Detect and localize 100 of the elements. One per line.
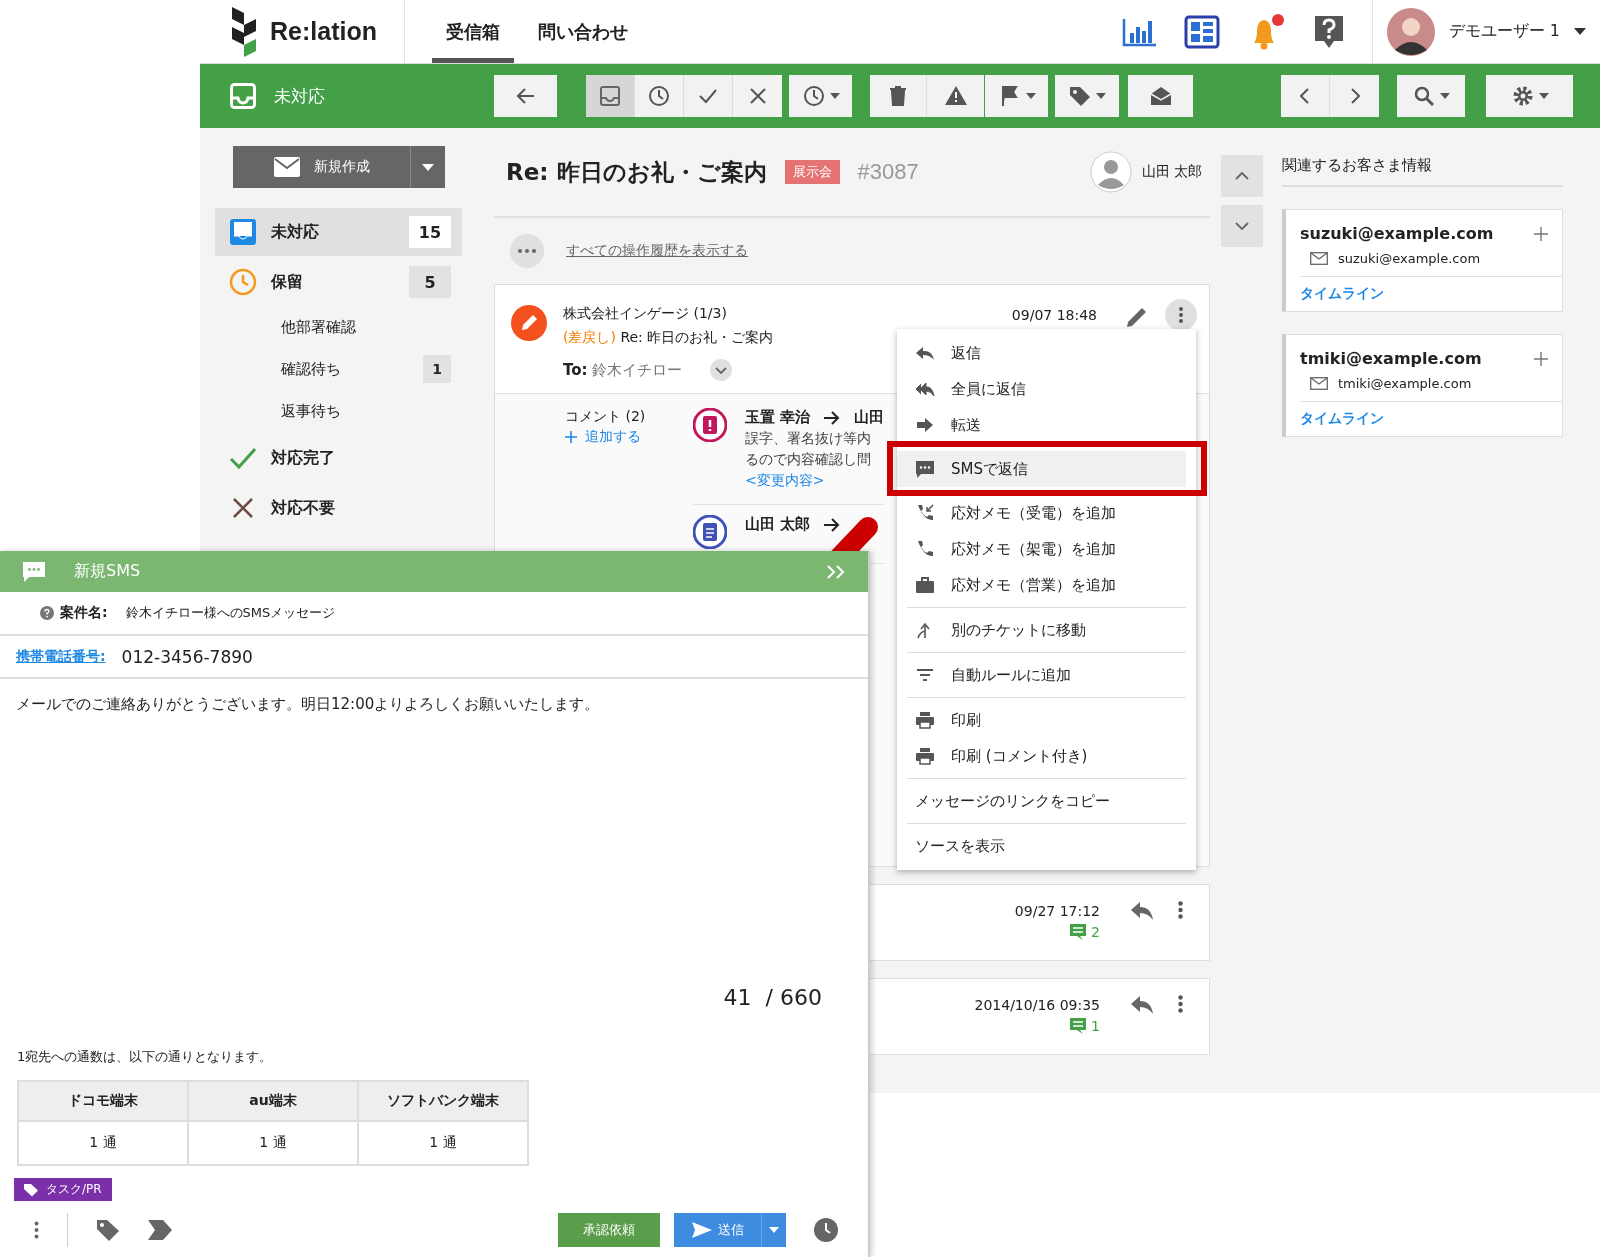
toolbar-button[interactable] xyxy=(635,75,684,117)
envelope-icon xyxy=(273,157,300,177)
message-date: 09/07 18:48 xyxy=(1011,307,1097,323)
more-icon[interactable] xyxy=(1178,901,1183,919)
toolbar-button[interactable] xyxy=(985,75,1048,117)
chevron-down-icon xyxy=(1235,222,1249,230)
nav-tab[interactable]: 問い合わせ xyxy=(524,0,642,63)
message-field[interactable]: メールでのご連絡ありがとうございます。明日12:00よりよろしくお願いいたします。 xyxy=(0,679,868,985)
caret-icon xyxy=(1440,93,1450,99)
customer-name: suzuki@example.com xyxy=(1300,224,1494,243)
count-badge: 15 xyxy=(409,216,451,248)
menu-item[interactable]: 別のチケットに移動 xyxy=(897,612,1186,648)
caret-icon[interactable] xyxy=(422,163,434,171)
briefcase-icon xyxy=(915,575,935,595)
warning-icon xyxy=(943,84,968,108)
compose-button[interactable]: 新規作成 xyxy=(233,146,445,188)
more-history-icon[interactable] xyxy=(510,234,544,268)
timeline-link[interactable]: タイムライン xyxy=(1300,277,1384,311)
menu-item[interactable]: 自動ルールに追加 xyxy=(897,657,1186,693)
sender-name: 株式会社インゲージ (1/3) xyxy=(563,305,728,323)
assignee-name: 山田 太郎 xyxy=(1141,163,1202,181)
menu-item[interactable]: 応対メモ（受電）を追加 xyxy=(897,495,1186,531)
message-date: 09/27 17:12 xyxy=(1014,903,1100,919)
folder-item[interactable]: 対応完了 xyxy=(215,434,462,482)
toolbar-button[interactable] xyxy=(494,75,557,117)
folder-item[interactable]: 未対応 15 xyxy=(215,208,462,256)
toolbar-button[interactable] xyxy=(1397,75,1465,117)
toolbar-button[interactable] xyxy=(927,75,984,117)
bar-chart-icon[interactable] xyxy=(1121,16,1158,47)
menu-item[interactable]: ソースを表示 xyxy=(897,828,1186,864)
comment-recipient: 山田 xyxy=(854,408,885,427)
toolbar-button[interactable] xyxy=(684,75,733,117)
expand-icon[interactable] xyxy=(710,359,733,381)
tag-icon[interactable] xyxy=(96,1218,120,1242)
table-cell: 1 通 xyxy=(188,1121,358,1165)
message-count-note: 1宛先への通数は、以下の通りとなります。 xyxy=(17,1048,274,1066)
menu-item[interactable]: 転送 xyxy=(897,407,1186,443)
toolbar-button[interactable] xyxy=(870,75,927,117)
envelope-icon xyxy=(1310,377,1328,390)
chevron-left-icon xyxy=(1300,88,1310,104)
user-name[interactable]: デモユーザー 1 xyxy=(1448,21,1560,42)
toolbar-button[interactable] xyxy=(733,75,782,117)
subfolder-item[interactable]: 他部署確認 xyxy=(215,306,462,348)
caret-icon xyxy=(769,1227,779,1233)
send-icon xyxy=(691,1222,712,1238)
menu-item[interactable]: メッセージのリンクをコピー xyxy=(897,783,1186,819)
subfolder-item[interactable]: 返事待ち xyxy=(215,390,462,432)
label-icon[interactable] xyxy=(148,1220,172,1240)
folder-item[interactable]: 対応不要 xyxy=(215,484,462,532)
more-icon[interactable] xyxy=(34,1221,39,1239)
reply-icon[interactable] xyxy=(1130,995,1154,1015)
label-tag[interactable]: タスク/PR xyxy=(14,1178,112,1201)
more-icon[interactable] xyxy=(1165,299,1197,331)
toolbar-button[interactable] xyxy=(789,75,852,117)
plus-icon xyxy=(565,431,577,443)
chevron-right-icon xyxy=(1349,88,1360,104)
cross-icon xyxy=(232,497,254,519)
character-counter: 41 / 660 xyxy=(723,985,822,1010)
menu-item[interactable]: SMSで返信 xyxy=(897,451,1186,487)
message-subject: (差戻し) Re: 昨日のお礼・ご案内 xyxy=(563,329,774,347)
menu-item[interactable]: 応対メモ（営業）を追加 xyxy=(897,567,1186,603)
column-header: ソフトバンク端末 xyxy=(358,1081,528,1121)
printer-icon xyxy=(915,746,935,766)
history-link[interactable]: すべての操作履歴を表示する xyxy=(566,242,748,260)
dashboard-icon[interactable] xyxy=(1183,14,1220,49)
caret-icon xyxy=(1538,93,1549,99)
comment-text: るので内容確認し問 xyxy=(745,451,872,469)
menu-item[interactable]: 全員に返信 xyxy=(897,371,1186,407)
envelope-icon xyxy=(1148,84,1173,108)
subfolder-item[interactable]: 確認待ち 1 xyxy=(215,348,462,390)
help-icon[interactable] xyxy=(40,606,54,621)
timeline-link[interactable]: タイムライン xyxy=(1300,402,1384,436)
avatar-icon[interactable] xyxy=(1386,7,1435,56)
caret-icon[interactable] xyxy=(1574,27,1586,36)
toolbar-button[interactable] xyxy=(1486,75,1573,117)
send-options-button[interactable] xyxy=(762,1213,786,1247)
tag-icon xyxy=(1068,84,1092,108)
ticket-title: Re: 昨日のお礼・ご案内 xyxy=(506,157,767,187)
toolbar-button[interactable] xyxy=(1055,75,1119,117)
reply-icon[interactable] xyxy=(1130,901,1154,921)
compose-label[interactable]: 新規作成 xyxy=(313,158,370,176)
subject-label: 案件名: xyxy=(60,604,108,623)
more-icon[interactable] xyxy=(1178,995,1183,1013)
menu-item[interactable]: 印刷 (コメント付き) xyxy=(897,738,1186,774)
menu-item[interactable]: 応対メモ（架電）を追加 xyxy=(897,531,1186,567)
add-icon[interactable] xyxy=(1534,351,1548,366)
folder-item[interactable]: 保留 5 xyxy=(215,258,462,306)
menu-item[interactable]: 印刷 xyxy=(897,702,1186,738)
alert-clipboard-icon xyxy=(693,408,727,442)
menu-item[interactable]: 返信 xyxy=(897,335,1186,371)
comment-author: 玉置 幸治 xyxy=(745,408,811,427)
changes-link[interactable]: <変更内容> xyxy=(745,472,885,490)
toolbar-button[interactable] xyxy=(586,75,635,117)
clock-icon[interactable] xyxy=(814,1218,838,1242)
add-icon[interactable] xyxy=(1534,226,1548,241)
chevron-up-icon xyxy=(1235,172,1249,180)
tag-icon xyxy=(24,1182,38,1197)
phone-label-link[interactable]: 携帯電話番号: xyxy=(16,647,106,666)
add-comment-link[interactable]: 追加する xyxy=(565,428,655,446)
toolbar-button[interactable] xyxy=(1128,75,1193,117)
